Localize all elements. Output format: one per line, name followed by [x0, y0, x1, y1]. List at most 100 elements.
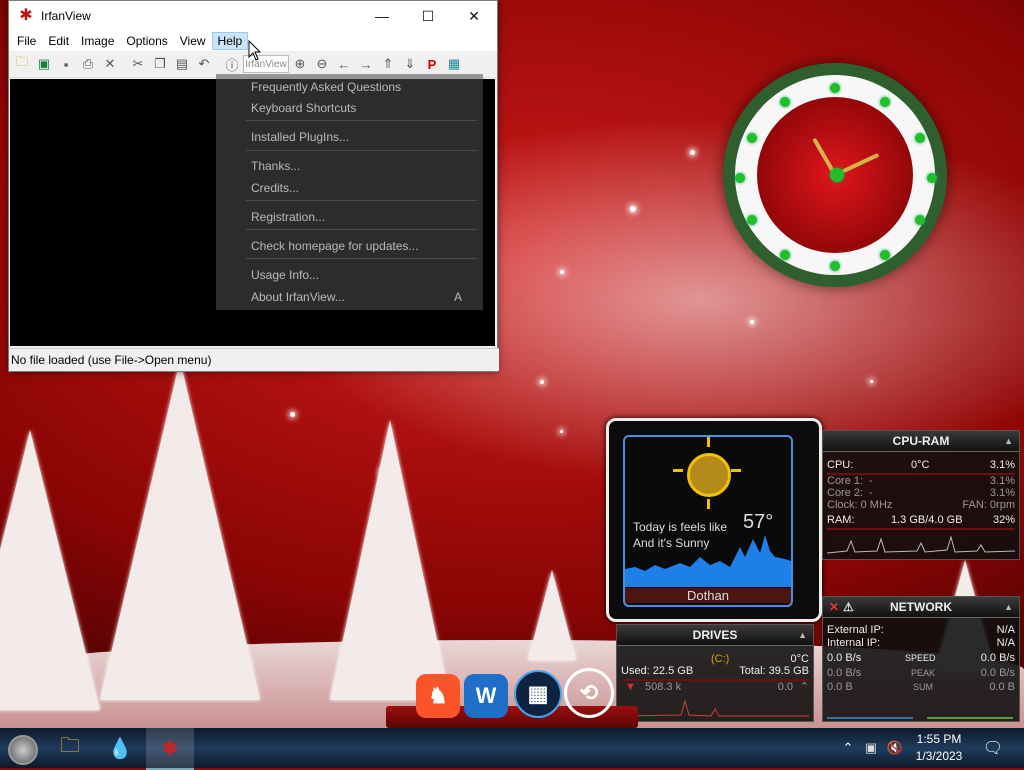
notifications-icon[interactable]: 🗨	[978, 728, 1008, 768]
disconnected-icon: ✕	[829, 600, 840, 614]
slideshow-icon[interactable]: ▣	[33, 53, 55, 75]
collapse-icon[interactable]: ▲	[1004, 597, 1013, 617]
weather-city: Dothan	[625, 588, 791, 603]
copy-icon[interactable]: ❐	[149, 53, 171, 75]
first-file-icon[interactable]: ⇑	[377, 53, 399, 75]
file-explorer-icon[interactable]: 🗀	[46, 728, 94, 768]
brave-browser-icon[interactable]: ♞	[416, 674, 460, 718]
help-item-thanks[interactable]: Thanks...	[251, 159, 300, 173]
menu-image[interactable]: Image	[75, 32, 120, 50]
sum-row: 0.0 B SUM 0.0 B	[827, 681, 1015, 693]
wallpaper-star	[290, 412, 295, 417]
next-icon[interactable]: →	[355, 53, 377, 75]
help-item-about[interactable]: About IrfanView...	[251, 290, 345, 304]
help-item-credits[interactable]: Credits...	[251, 181, 299, 195]
wallpaper-star	[870, 380, 873, 383]
volume-muted-icon[interactable]: 🔇	[884, 728, 906, 768]
info-icon[interactable]: ⓘ	[221, 53, 243, 75]
help-item-plugins[interactable]: Installed PlugIns...	[251, 130, 349, 144]
ram-row: RAM: 1.3 GB/4.0 GB 32%	[827, 514, 1015, 526]
minimize-button[interactable]: —	[359, 1, 405, 31]
last-file-icon[interactable]: ⇓	[399, 53, 421, 75]
drives-panel[interactable]: DRIVES ▲ (C:) 0°C Used: 22.5 GB Total: 39…	[616, 624, 814, 722]
wallpaper-star	[540, 380, 544, 384]
zoom-out-icon[interactable]: ⊖	[311, 53, 333, 75]
core1-value: -	[869, 475, 873, 487]
show-hidden-icons-icon[interactable]: ⌃	[838, 728, 858, 768]
undo-icon[interactable]: ↶	[193, 53, 215, 75]
help-item-registration[interactable]: Registration...	[251, 210, 325, 224]
taskbar: 🗀 💧 ✱ ⌃ ▣ 🔇 1:55 PM 1/3/2023 🗨	[0, 728, 1024, 770]
help-item-shortcuts[interactable]: Keyboard Shortcuts	[251, 101, 356, 115]
print-icon[interactable]: ⎙	[77, 53, 99, 75]
title-bar[interactable]: ✱ IrfanView — ☐ ✕	[9, 1, 497, 31]
zoom-in-icon[interactable]: ⊕	[289, 53, 311, 75]
upload-graph	[927, 697, 1013, 719]
network-title-text: NETWORK	[890, 600, 952, 614]
weather-gadget[interactable]: Today is feels like And it's Sunny 57° D…	[606, 418, 822, 622]
peak-down: 0.0 B/s	[827, 667, 862, 679]
clock-gadget[interactable]	[735, 75, 955, 295]
external-ip-label: External IP:	[827, 624, 884, 636]
capture-icon[interactable]: ▦	[443, 53, 465, 75]
menu-help[interactable]: Help	[211, 32, 249, 50]
irfanview-taskbar-icon[interactable]: ✱	[146, 728, 194, 770]
wise-care-icon[interactable]: W	[464, 674, 508, 718]
save-icon[interactable]: ▪	[55, 53, 77, 75]
external-ip-row: External IP: N/A	[827, 624, 1015, 636]
collapse-icon[interactable]: ▲	[798, 625, 807, 645]
core1-percent: 3.1%	[989, 475, 1015, 487]
clock-dot	[915, 133, 925, 143]
defrag-app-icon[interactable]: ▦	[514, 670, 562, 718]
cpu-ram-title: CPU-RAM ▲	[823, 431, 1019, 452]
paste-icon[interactable]: ▤	[171, 53, 193, 75]
cpu-percent: 3.1%	[989, 459, 1015, 471]
network-panel[interactable]: ✕ ⚠ NETWORK ▲ External IP: N/A Internal …	[822, 596, 1020, 722]
menu-separator	[246, 200, 477, 201]
core1-row: Core 1: - 3.1%	[827, 475, 1015, 487]
delete-icon[interactable]: ✕	[99, 53, 121, 75]
cpu-ram-panel[interactable]: CPU-RAM ▲ CPU: 0°C 3.1% Core 1: - 3.1% Co…	[822, 430, 1020, 560]
start-button[interactable]	[8, 735, 38, 765]
menu-options[interactable]: Options	[120, 32, 173, 50]
speed-up: 0.0 B/s	[980, 652, 1015, 664]
drive-temp: 0°C	[790, 653, 809, 665]
menu-view[interactable]: View	[174, 32, 212, 50]
taskbar-time: 1:55 PM	[916, 732, 962, 746]
cut-icon[interactable]: ✂	[127, 53, 149, 75]
taskbar-date: 1/3/2023	[915, 749, 963, 763]
peak-up: 0.0 B/s	[980, 667, 1015, 679]
menu-edit[interactable]: Edit	[42, 32, 75, 50]
drive-write-icon: ⌃	[799, 681, 809, 693]
collapse-icon[interactable]: ▲	[1004, 431, 1013, 451]
refresh-icon[interactable]: ⟲	[564, 668, 614, 718]
open-folder-icon[interactable]: 🗀	[11, 53, 33, 75]
close-button[interactable]: ✕	[451, 1, 497, 31]
menu-separator	[246, 150, 477, 151]
snow-tree	[100, 360, 260, 700]
internal-ip-label: Internal IP:	[827, 637, 881, 649]
help-item-usage[interactable]: Usage Info...	[251, 268, 319, 282]
water-drop-app-icon[interactable]: 💧	[96, 728, 144, 768]
clock-dot	[780, 97, 790, 107]
menu-file[interactable]: File	[11, 32, 42, 50]
sun-ray	[673, 469, 683, 472]
drive-total: Total: 39.5 GB	[739, 665, 809, 677]
sun-icon	[687, 453, 731, 497]
cpu-row: CPU: 0°C 3.1%	[827, 459, 1015, 471]
help-item-faq[interactable]: Frequently Asked Questions	[251, 80, 401, 94]
maximize-button[interactable]: ☐	[405, 1, 451, 31]
clock-dot	[830, 261, 840, 271]
snow-tree	[528, 570, 576, 660]
window-title: IrfanView	[41, 9, 91, 23]
drive-io-graph	[621, 699, 809, 717]
paint-icon[interactable]: P	[421, 53, 443, 75]
cpu-fan: FAN: 0rpm	[962, 499, 1015, 511]
download-graph	[827, 697, 913, 719]
mouse-cursor-icon	[248, 40, 262, 61]
help-item-check-updates[interactable]: Check homepage for updates...	[251, 239, 418, 253]
irfanview-app-icon[interactable]: ✱	[17, 7, 35, 25]
previous-icon[interactable]: ←	[333, 53, 355, 75]
network-icon[interactable]: ▣	[860, 728, 882, 768]
taskbar-clock[interactable]: 1:55 PM 1/3/2023	[904, 731, 974, 765]
